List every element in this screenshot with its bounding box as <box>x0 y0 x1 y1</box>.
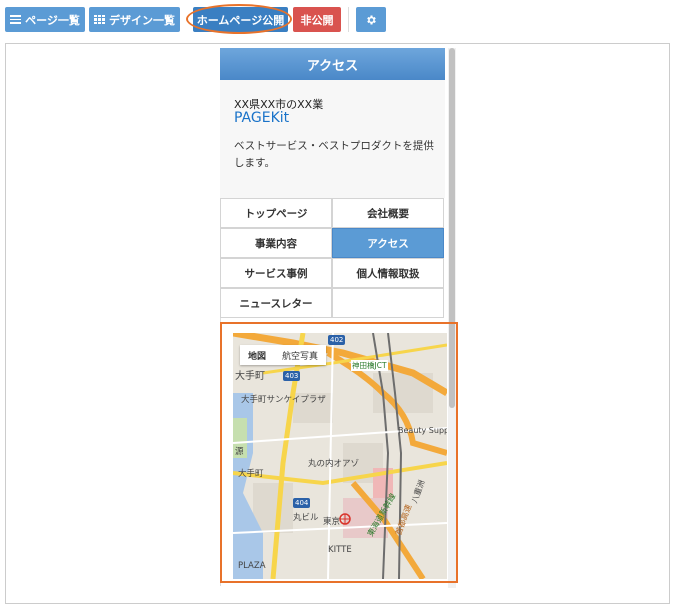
page-header-title: アクセス <box>306 58 359 74</box>
route-402-shield: 402 <box>328 335 346 345</box>
nav-item-newsletter[interactable]: ニュースレター <box>220 288 332 318</box>
page-list-label: ページ一覧 <box>25 13 80 27</box>
page-header: アクセス <box>220 48 445 80</box>
unpublish-button[interactable]: 非公開 <box>293 7 341 32</box>
nav-item-cases[interactable]: サービス事例 <box>220 258 332 288</box>
toolbar-divider <box>348 7 349 32</box>
map-label-otemachi: 大手町 <box>238 469 264 479</box>
nav-item-top[interactable]: トップページ <box>220 198 332 228</box>
unpublish-label: 非公開 <box>300 13 334 27</box>
map-label-otemachi-top: 大手町 <box>235 371 265 382</box>
map-label-sankei: 大手町サンケイプラザ <box>241 395 326 405</box>
map-type-tabs: 地図 航空写真 <box>240 345 327 365</box>
design-list-button[interactable]: デザイン一覧 <box>89 7 180 32</box>
settings-button[interactable] <box>356 7 386 32</box>
design-list-label: デザイン一覧 <box>109 13 175 27</box>
page-list-button[interactable]: ページ一覧 <box>5 7 85 32</box>
nav-item-empty <box>332 288 444 318</box>
nav-item-access[interactable]: アクセス <box>332 228 444 258</box>
nav-item-company[interactable]: 会社概要 <box>332 198 444 228</box>
map-label-marubiru: 丸ビル <box>293 513 319 523</box>
publish-highlight-ring <box>186 4 292 34</box>
map-label-beauty: Beauty Supply St <box>398 426 447 435</box>
map-label-plaza: PLAZA <box>238 561 266 571</box>
nav-item-privacy[interactable]: 個人情報取扱 <box>332 258 444 288</box>
nav-item-business[interactable]: 事業内容 <box>220 228 332 258</box>
map-label-oazo: 丸の内オアゾ <box>308 459 360 469</box>
map-label-kitte: KITTE <box>328 545 352 555</box>
route-404-shield: 404 <box>293 498 311 508</box>
toolbar: ページ一覧 デザイン一覧 ホームページ公開 非公開 <box>0 0 680 40</box>
company-brand-link[interactable]: PAGEKit <box>234 110 289 126</box>
site-nav: トップページ 会社概要 事業内容 アクセス サービス事例 個人情報取扱 ニュース… <box>220 198 445 318</box>
gear-icon <box>367 15 376 24</box>
map-tab-satellite[interactable]: 航空写真 <box>274 345 326 365</box>
map-drawing <box>233 333 447 579</box>
map-label-tokyo: 東京 <box>323 517 341 527</box>
map-label-genji: 源 <box>235 447 244 457</box>
access-map[interactable]: 402 403 404 神田橋JCT 大手町 大手町サンケイプラザ Beauty… <box>233 333 447 579</box>
map-label-jct: 神田橋JCT <box>351 360 388 371</box>
company-description: ベストサービス・ベストプロダクトを提供します。 <box>234 140 434 169</box>
list-icon <box>10 15 22 24</box>
map-tab-map[interactable]: 地図 <box>240 345 274 365</box>
grid-icon <box>94 15 105 24</box>
route-403-shield: 403 <box>283 371 301 381</box>
